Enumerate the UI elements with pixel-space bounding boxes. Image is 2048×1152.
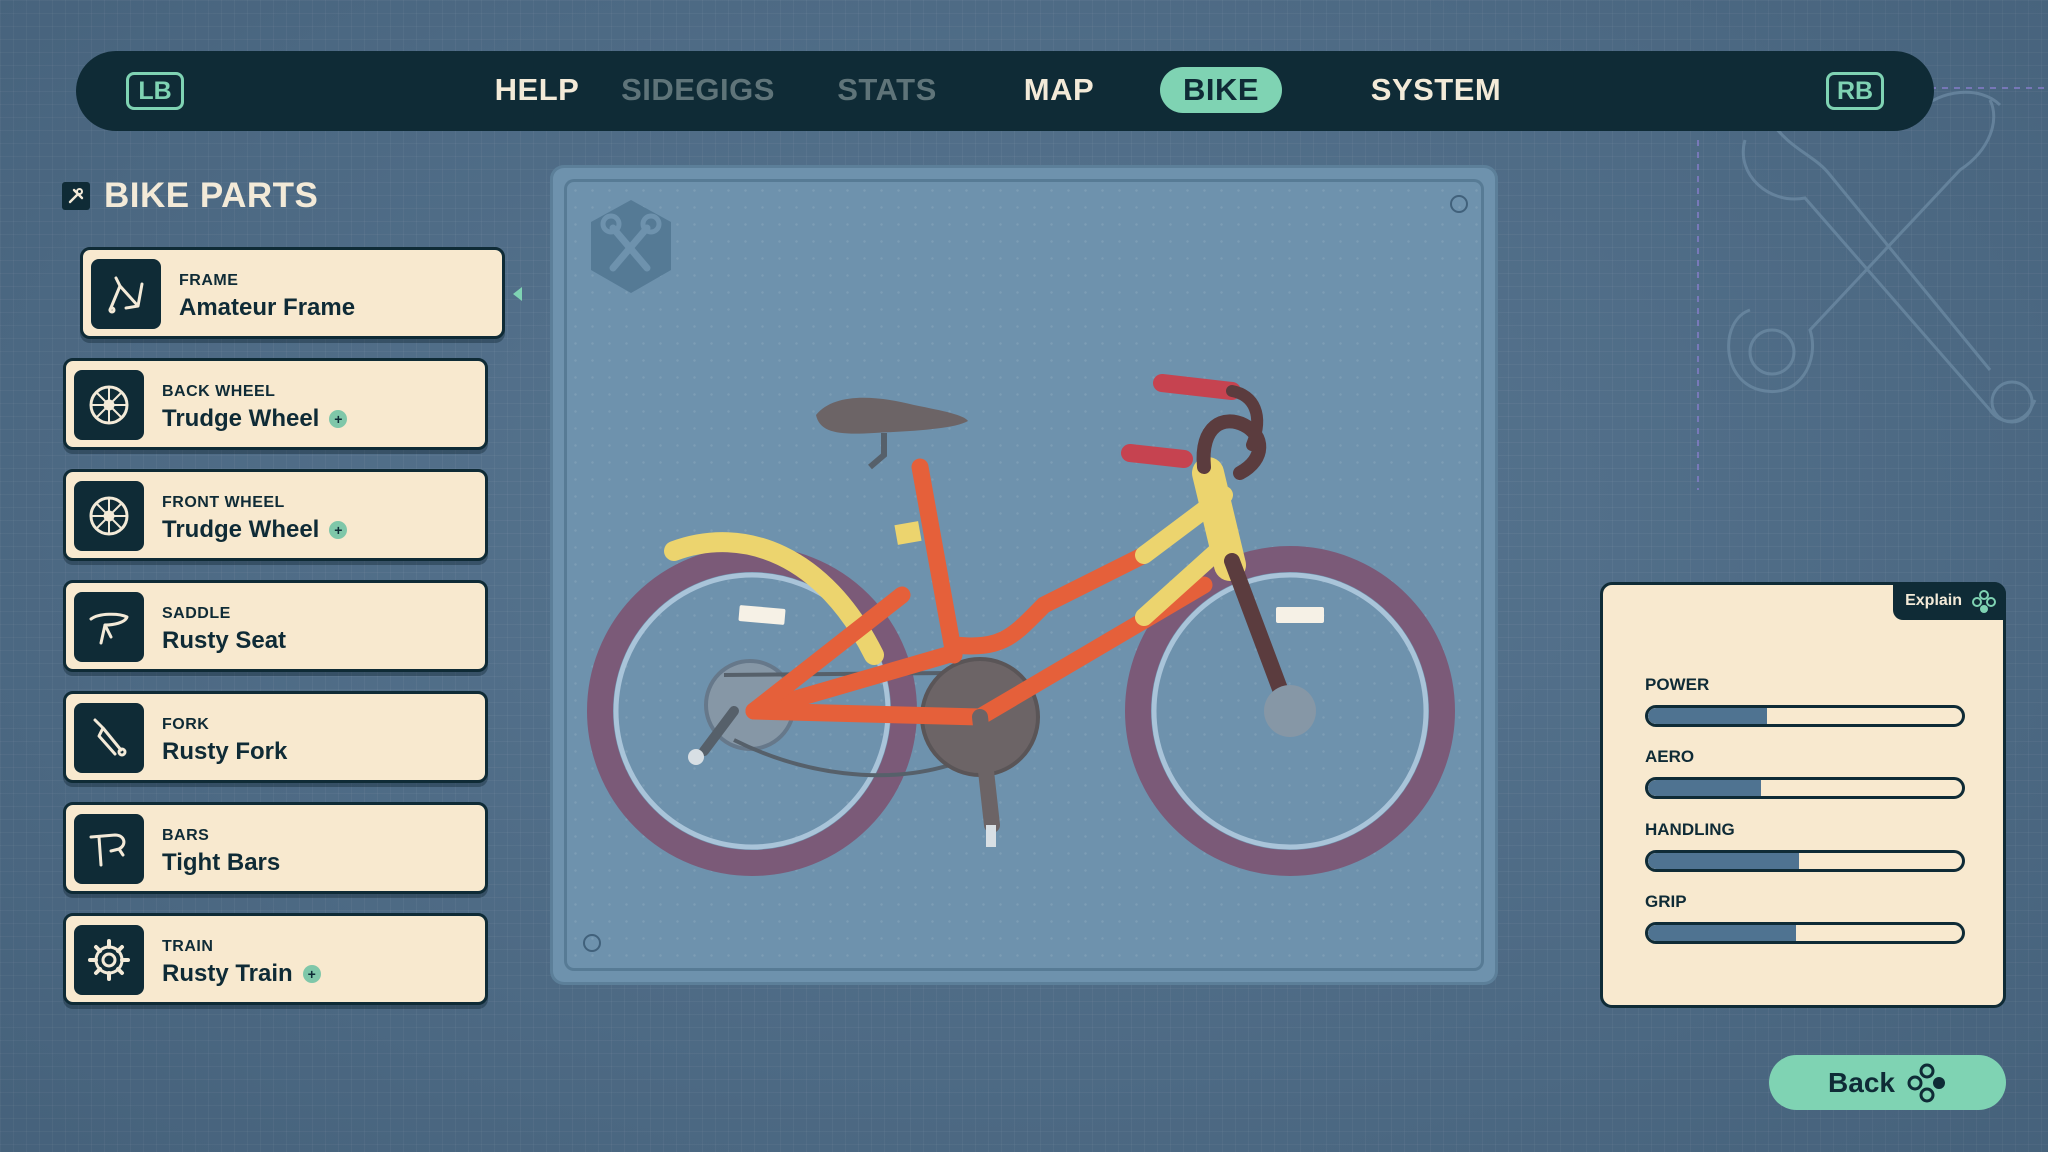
controller-buttons-icon [1972,590,1996,613]
part-type-label: FRAME [179,272,239,289]
part-name: Tight Bars [162,849,280,877]
upgrade-plus-icon: + [329,521,348,539]
part-name-text: Tight Bars [162,849,281,876]
screw-icon [583,934,601,952]
wheel-icon [74,370,144,440]
part-type-label: SADDLE [162,605,231,622]
selected-part-arrow-icon [513,287,522,301]
stat-label-power: POWER [1645,675,1710,694]
top-navigation-bar: LB HELP SIDEGIGS STATS MAP BIKE SYSTEM R… [76,51,1934,131]
controller-buttons-icon [1907,1063,1945,1102]
stat-label-grip: GRIP [1645,892,1687,911]
part-name-text: Rusty Train [162,960,293,987]
stat-fill-handling [1648,853,1799,869]
wrench-screwdriver-icon [591,200,671,293]
part-name: Rusty Train + [162,960,321,988]
tools-icon [62,182,90,210]
explain-button[interactable]: Explain [1893,582,2006,620]
part-type-label: BACK WHEEL [162,383,276,400]
part-card-front-wheel[interactable]: FRONT WHEEL Trudge Wheel + [63,469,488,561]
rb-shoulder-button[interactable]: RB [1826,72,1884,110]
fork-icon [74,703,144,773]
bike-illustration [587,374,1455,876]
bike-preview-display [550,165,1498,985]
part-card-frame[interactable]: FRAME Amateur Frame [80,247,505,339]
stat-bar-power [1645,705,1965,727]
part-name: Amateur Frame [179,294,355,322]
bike-parts-heading: BIKE PARTS [62,176,318,216]
stat-bar-grip [1645,922,1965,944]
tab-system[interactable]: SYSTEM [1366,67,1506,113]
blueprint-wrench-decoration [1697,87,2048,490]
part-name-text: Trudge Wheel [162,516,320,543]
tab-map[interactable]: MAP [1018,67,1100,113]
part-name: Rusty Seat [162,627,286,655]
part-type-label: TRAIN [162,938,214,955]
saddle-icon [74,592,144,662]
part-type-label: BARS [162,827,210,844]
part-name: Rusty Fork [162,738,287,766]
stat-label-handling: HANDLING [1645,820,1735,839]
stat-bar-handling [1645,850,1965,872]
part-card-bars[interactable]: BARS Tight Bars [63,802,488,894]
part-name: Trudge Wheel + [162,516,348,544]
part-name-text: Trudge Wheel [162,405,320,432]
back-label: Back [1828,1066,1895,1098]
part-name-text: Rusty Seat [162,627,287,654]
explain-label: Explain [1905,592,1962,609]
lb-shoulder-button[interactable]: LB [126,72,184,110]
back-button[interactable]: Back [1769,1055,2006,1110]
screw-icon [1450,195,1468,213]
tab-bike[interactable]: BIKE [1160,67,1282,113]
upgrade-plus-icon: + [329,410,348,428]
tab-stats[interactable]: STATS [833,67,941,113]
part-card-back-wheel[interactable]: BACK WHEEL Trudge Wheel + [63,358,488,450]
stat-fill-grip [1648,925,1796,941]
tab-sidegigs[interactable]: SIDEGIGS [621,67,774,113]
stat-fill-power [1648,708,1768,724]
panel-title: BIKE PARTS [104,176,319,215]
stat-bar-aero [1645,777,1965,799]
tab-help[interactable]: HELP [491,67,583,113]
part-card-saddle[interactable]: SADDLE Rusty Seat [63,580,488,672]
part-type-label: FRONT WHEEL [162,494,285,511]
frame-icon [91,259,161,329]
gear-icon [74,925,144,995]
part-card-train[interactable]: TRAIN Rusty Train + [63,913,488,1005]
part-type-label: FORK [162,716,210,733]
part-name: Trudge Wheel + [162,405,348,433]
stat-label-aero: AERO [1645,747,1695,766]
upgrade-plus-icon: + [302,965,321,983]
part-name-text: Rusty Fork [162,738,288,765]
part-card-fork[interactable]: FORK Rusty Fork [63,691,488,783]
stats-panel: Explain POWER AERO HANDLING GRIP [1600,582,2006,1008]
part-name-text: Amateur Frame [179,294,356,321]
wheel-icon [74,481,144,551]
stat-fill-aero [1648,780,1762,796]
bars-icon [74,814,144,884]
